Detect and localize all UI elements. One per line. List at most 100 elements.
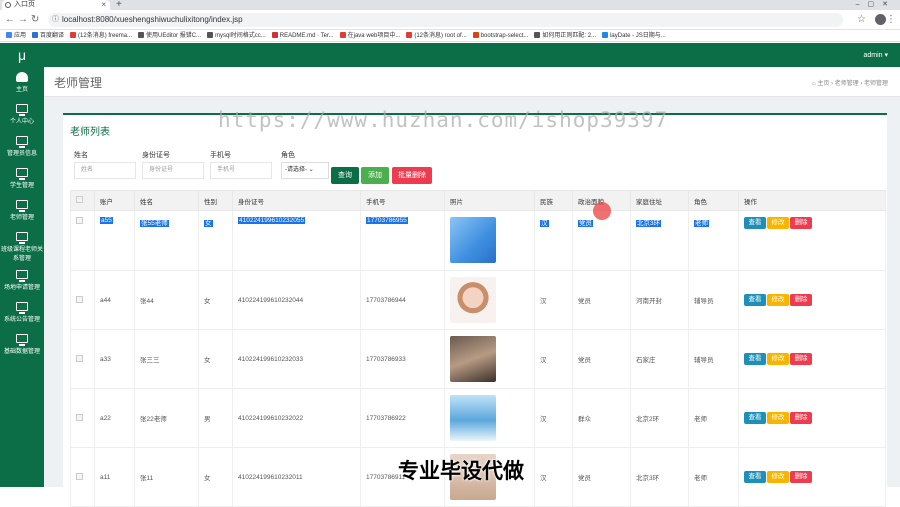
view-button[interactable]: 查看 [744,471,766,483]
edit-button[interactable]: 修改 [767,353,789,365]
delete-button[interactable]: 删除 [790,353,812,365]
address-value: 河南开封 [636,298,662,305]
bookmark-label: 如何用正则匹配: 2... [542,33,597,39]
breadcrumb[interactable]: ⌂ 主页 › 老师管理 › 老师管理 [812,78,888,87]
checkbox-cell[interactable] [70,388,95,448]
view-button[interactable]: 查看 [744,412,766,424]
address-value: 北京3环 [636,475,660,482]
forward-icon[interactable]: → [18,14,28,25]
gender-value: 男 [204,416,211,423]
sidebar-item[interactable]: 场地申请管理 [0,265,44,297]
bookmark-item[interactable]: README.md · Ter... [271,30,334,41]
url-input[interactable]: ⓘ localhost:8080/xueshengshiwuchulixiton… [48,13,843,27]
sidebar-item-label: 学生管理 [9,183,34,189]
actions-cell: 查看 修改 删除 [738,210,886,271]
table-row[interactable]: a44 张44 女 410224199610232044 17703786944 汉 党员 河… [70,270,886,330]
edit-button[interactable]: 修改 [767,217,789,229]
table-row[interactable]: a33 张三三 女 410224199610232033 17703786933 汉 党员 石… [70,329,886,389]
sidebar-item[interactable]: 老师管理 [0,195,44,227]
browser-menu-icon[interactable]: ⋮ [886,14,896,25]
phone-value: 17703786922 [366,414,406,422]
edit-button[interactable]: 修改 [767,471,789,483]
top-navbar: admin ▾ [44,43,900,67]
sidebar-item[interactable]: 系统公告管理 [0,297,44,329]
sidebar-item[interactable]: 个人中心 [0,99,44,131]
idcard-input[interactable]: 身份证号 [142,162,204,179]
role-select[interactable]: -请选择- ⌄ [281,162,329,179]
view-button[interactable]: 查看 [744,217,766,229]
profile-avatar[interactable] [875,14,886,25]
sidebar-item[interactable]: 班级课程老师关系管理 [0,227,44,265]
teacher-photo [450,277,496,323]
info-icon[interactable]: ⓘ [52,13,59,27]
edit-button[interactable]: 修改 [767,294,789,306]
checkbox-cell[interactable] [70,270,95,330]
bookmark-label: layDate - JS日期与... [610,33,666,39]
bookmark-item[interactable]: bootstrap-select... [472,30,528,41]
account-cell: a33 [94,329,135,389]
delete-button[interactable]: 删除 [790,471,812,483]
idcard-value: 410224199610232055 [238,217,306,224]
delete-button[interactable]: 删除 [790,412,812,424]
batch-delete-button[interactable]: 批量删除 [392,167,432,184]
select-all-checkbox[interactable] [76,196,83,203]
gender-cell: 女 [198,329,233,389]
row-checkbox[interactable] [76,217,83,224]
column-header[interactable] [70,190,95,211]
sidebar-item[interactable]: 学生管理 [0,163,44,195]
photo-cell [444,388,535,448]
checkbox-cell[interactable] [70,210,95,271]
admin-menu[interactable]: admin ▾ [863,51,888,59]
bookmark-item[interactable]: 使用UEditor 报错C... [138,30,201,41]
bookmark-label: mysql时间格式cc... [215,33,266,39]
sidebar-item-label: 老师管理 [9,215,34,221]
bookmark-item[interactable]: 如何用正则匹配: 2... [534,30,597,41]
delete-button[interactable]: 删除 [790,217,812,229]
add-button[interactable]: 添加 [361,167,389,184]
nation-cell: 汉 [534,447,573,507]
dashboard-icon [16,72,28,82]
bookmark-item[interactable]: 在java web项目中... [339,30,400,41]
teacher-photo [450,336,496,382]
row-checkbox[interactable] [76,413,83,421]
logo: μ [17,47,27,63]
row-checkbox[interactable] [76,354,83,362]
bookmark-item[interactable]: (12条消息) root of... [406,30,467,41]
sidebar-item[interactable]: 管理员信息 [0,131,44,163]
role-cell: 辅导员 [688,329,739,389]
browser-tab[interactable]: 入口页 × [2,0,110,10]
row-checkbox[interactable] [76,472,83,480]
bookmark-icon [6,32,12,38]
close-tab-icon[interactable]: × [101,0,106,10]
search-button[interactable]: 查询 [331,167,359,184]
bookmark-item[interactable]: mysql时间格式cc... [207,30,266,41]
table-row[interactable]: a22 张22老师 男 410224199610232022 17703786922 汉 群… [70,388,886,448]
reload-icon[interactable]: ↻ [31,14,39,25]
checkbox-cell[interactable] [70,329,95,389]
view-button[interactable]: 查看 [744,353,766,365]
window-controls[interactable]: –▢✕ [856,0,896,8]
address-value: 石家庄 [636,357,656,364]
bookmark-item[interactable]: 百度翻译 [32,30,64,41]
monitor-icon [16,334,28,346]
role-cell: 老师 [688,447,739,507]
name-input[interactable]: 姓名 [74,162,136,179]
back-icon[interactable]: ← [5,14,15,25]
address-cell: 河南开封 [630,270,689,330]
bookmark-item[interactable]: 应用 [6,30,26,41]
bookmark-item[interactable]: (12条消息) freema... [70,30,132,41]
phone-value: 17703786944 [366,296,406,304]
table-row[interactable]: a55 张55老师 女 410224199610232055 17703786955 汉 党… [70,210,886,271]
bookmark-star-icon[interactable]: ☆ [857,14,866,25]
view-button[interactable]: 查看 [744,294,766,306]
row-checkbox[interactable] [76,295,83,303]
edit-button[interactable]: 修改 [767,412,789,424]
new-tab-icon[interactable]: + [116,0,122,10]
bookmark-icon [138,32,145,38]
checkbox-cell[interactable] [70,447,95,507]
bookmark-item[interactable]: layDate - JS日期与... [602,30,666,41]
sidebar-item[interactable]: 基础数据管理 [0,329,44,361]
phone-input[interactable]: 手机号 [210,162,272,179]
delete-button[interactable]: 删除 [790,294,812,306]
sidebar-item[interactable]: 主页 [0,67,44,99]
